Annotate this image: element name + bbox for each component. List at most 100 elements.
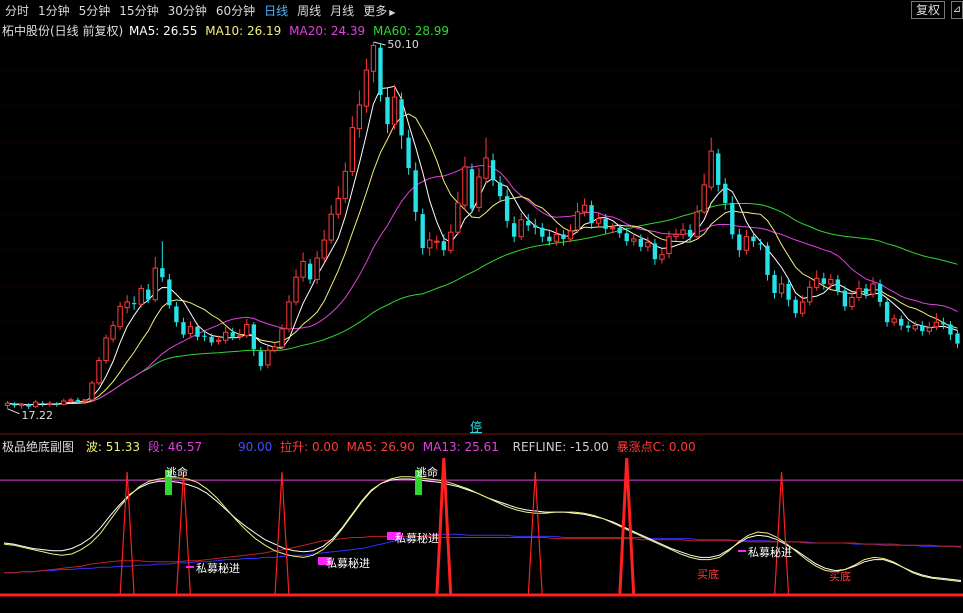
candle-body [926,327,933,332]
candle-body [666,236,672,255]
escape-label: 逃命 [166,465,188,479]
candle-body [202,335,207,337]
candle-body [335,197,341,215]
candle-body [469,169,475,209]
candle-body [906,325,911,328]
candle-body [96,359,102,384]
candle-body [645,241,651,248]
candle-body [286,301,292,330]
candle-body [18,403,25,406]
candle-body [526,220,531,226]
candle-body [631,238,637,242]
candle-body [786,283,791,300]
candle-body [603,218,608,229]
candle-body [272,346,278,351]
bo-line [3,476,962,583]
candle-body [955,333,960,344]
ma5-line [7,85,958,406]
candle-body [103,337,109,361]
candle-body [842,290,848,307]
candle-body [370,44,377,72]
candle-body [12,404,17,406]
candle-body [385,97,390,125]
candle-body [533,225,538,228]
candle-body [420,214,425,248]
candle-body [933,321,940,328]
candle-body [349,127,356,172]
spike-mark [119,471,135,597]
candle-body [279,328,285,348]
candle-body [82,399,88,402]
bottom-label: 买底 [829,569,851,583]
candle-body [32,401,39,408]
chart-svg: 逃命 逃命私募秘进 私募秘进私募秘进私募秘进买底 买底 50.10 17.22 停 [0,38,963,597]
candle-body [413,170,418,212]
candle-body [617,227,622,234]
candle-body [540,227,545,237]
candle-body [659,254,665,260]
candle-body [828,278,834,285]
candle-body [912,325,918,330]
spike-mark [618,457,636,597]
candle-body [378,47,383,95]
high-pointer [373,41,386,46]
candle-body [167,279,172,306]
candle-body [920,325,925,332]
candle-body [595,218,602,224]
candle-body [138,287,144,305]
candle-body [758,243,763,245]
candle-body [391,96,398,125]
candle-body [708,150,714,188]
candle-body [230,332,235,337]
candle-body [427,239,433,249]
candle-body [793,299,798,314]
candle-body [772,274,777,293]
candle-body [342,170,348,199]
candle-body [40,403,45,405]
candle-body [835,279,841,291]
candle-body [314,257,320,280]
candle-body [181,322,186,335]
candle-body [814,277,820,288]
candle-body [4,402,11,406]
candle-body [462,166,468,206]
candle-body [856,287,862,298]
candle-body [483,157,489,179]
private-label: 私募秘进 [395,531,439,545]
candle-body [187,326,194,334]
candle-body [195,326,200,337]
candle-body [581,204,588,213]
candle-body [891,318,897,323]
candle-body [75,399,81,401]
spike-mark [175,471,192,597]
low-label: 17.22 [22,409,54,422]
candle-body [321,239,327,259]
candle-body [117,305,123,328]
candle-body [47,402,53,405]
candle-body [124,301,130,309]
candle-body [553,233,560,242]
candle-body [174,306,179,323]
candle-body [293,276,299,303]
spike-mark [527,471,543,597]
candle-body [716,153,721,185]
candle-body [131,303,137,305]
ma60-line [7,202,958,406]
low-pointer [7,408,20,415]
candle-layer [4,42,960,409]
private-label: 私募秘进 [326,556,370,570]
candle-body [110,325,116,340]
candle-body [146,289,151,300]
candle-body [723,183,728,203]
candle-body [251,324,256,350]
candle-body [941,322,946,325]
private-tick [738,550,746,552]
candle-body [567,230,574,240]
candle-body [209,336,214,343]
candle-body [307,263,313,280]
candle-body [61,400,67,405]
candle-body [743,236,750,251]
ma-layer [7,41,958,415]
candle-body [547,236,552,242]
candle-body [504,196,510,221]
